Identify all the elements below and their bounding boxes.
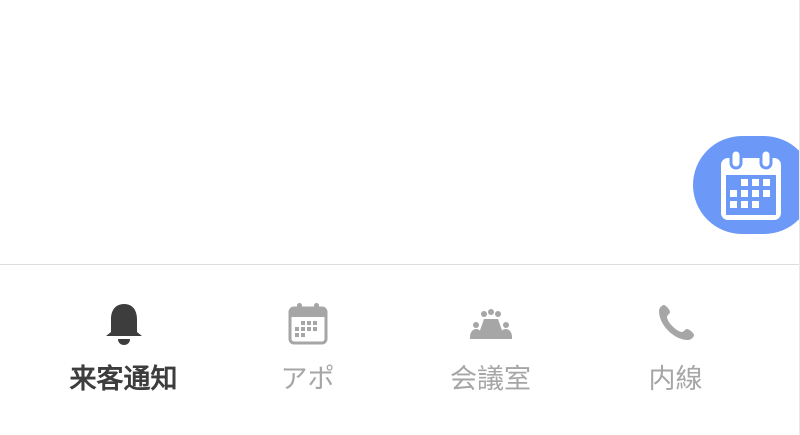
calendar-icon	[721, 148, 781, 220]
tab-label: 内線	[648, 364, 703, 395]
bottom-tab-bar: 来客通知 アポ 会議室 内線	[0, 264, 800, 435]
bell-icon	[105, 304, 142, 345]
tab-visitor-notification[interactable]: 来客通知	[31, 265, 216, 435]
tab-meeting-room[interactable]: 会議室	[398, 265, 583, 435]
tab-label: 会議室	[450, 364, 531, 395]
tab-label: 来客通知	[69, 364, 178, 395]
tab-appointment[interactable]: アポ	[215, 265, 400, 435]
main-content	[0, 0, 800, 264]
phone-icon	[658, 305, 694, 340]
app-screen: 来客通知 アポ 会議室 内線	[0, 0, 800, 435]
calendar-fab-button[interactable]	[693, 136, 800, 234]
calendar-icon	[288, 303, 327, 345]
tab-label: アポ	[280, 364, 335, 395]
tab-extension-call[interactable]: 内線	[583, 265, 768, 435]
meeting-room-icon	[469, 309, 512, 339]
